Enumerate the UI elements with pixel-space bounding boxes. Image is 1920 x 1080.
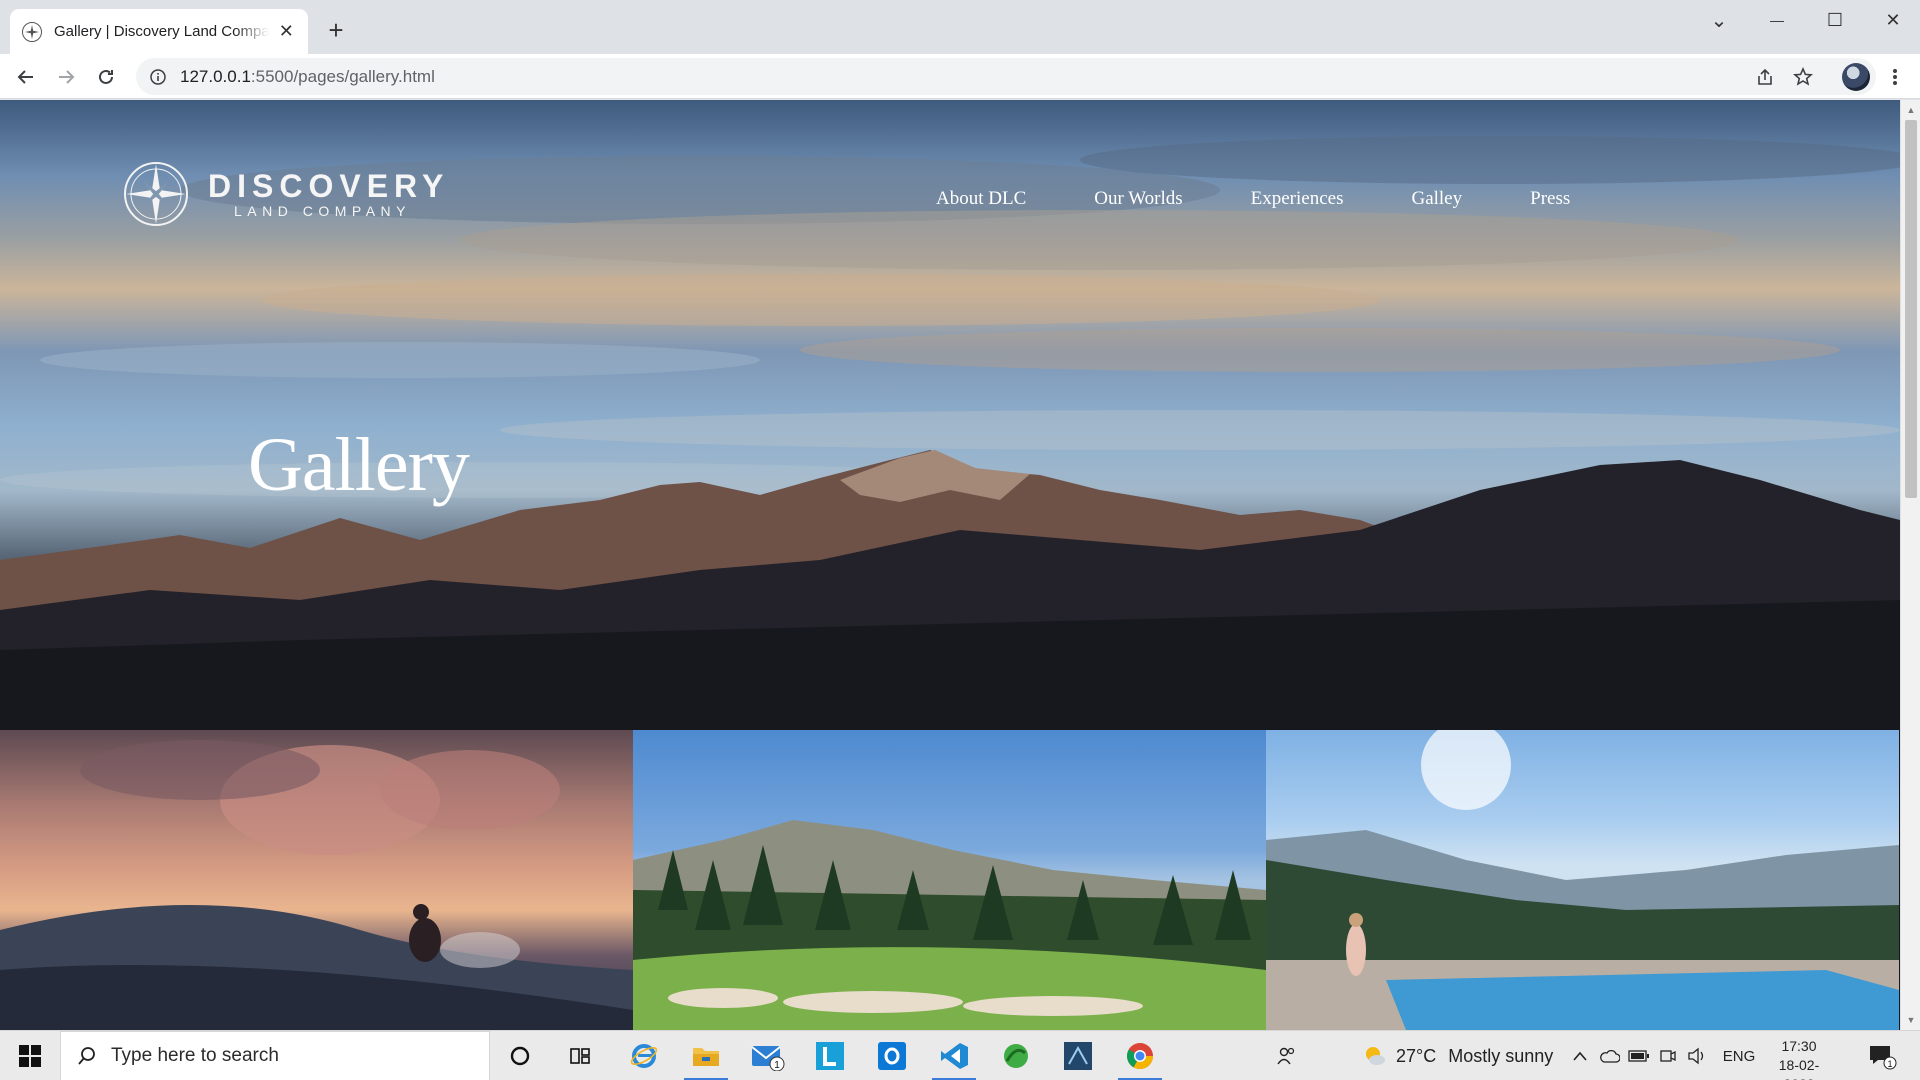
search-placeholder: Type here to search xyxy=(111,1045,279,1066)
menu-kebab-icon[interactable] xyxy=(1880,62,1910,92)
outlook-icon[interactable] xyxy=(864,1031,920,1080)
bookmark-button[interactable] xyxy=(1788,62,1818,92)
reload-icon xyxy=(99,69,113,84)
task-view-icon[interactable] xyxy=(552,1031,608,1080)
nav-press[interactable]: Press xyxy=(1530,188,1570,210)
tab-title: Gallery | Discovery Land Company xyxy=(54,23,269,40)
tab-search-button[interactable]: ⌄ xyxy=(1696,6,1742,34)
page-scrollbar[interactable]: ▲ ▼ xyxy=(1900,100,1920,1030)
surfer-wave-graphic xyxy=(0,740,633,1030)
browser-tab-strip: Gallery | Discovery Land Company ✕ + ⌄ —… xyxy=(0,0,1920,54)
close-window-button[interactable]: ✕ xyxy=(1870,6,1916,34)
star-icon xyxy=(1793,67,1813,86)
info-icon[interactable] xyxy=(150,68,166,85)
arrow-right-icon xyxy=(59,70,75,84)
clock-date: 18-02-2022 xyxy=(1778,1057,1820,1080)
search-icon xyxy=(78,1047,95,1065)
mail-icon[interactable]: 1 xyxy=(740,1031,796,1080)
onedrive-cloud-icon[interactable] xyxy=(1599,1045,1621,1067)
gallery-image-surf[interactable] xyxy=(0,730,633,1030)
nav-our-worlds[interactable]: Our Worlds xyxy=(1094,188,1182,210)
golf-course-graphic xyxy=(633,820,1266,1030)
discovery-logo[interactable]: DISCOVERY LAND COMPANY xyxy=(122,160,449,228)
nav-about-dlc[interactable]: About DLC xyxy=(936,188,1026,210)
maximize-button[interactable]: ☐ xyxy=(1812,6,1858,34)
scroll-down-icon[interactable]: ▼ xyxy=(1901,1012,1920,1028)
arrow-left-icon xyxy=(17,70,33,84)
logo-subtitle: LAND COMPANY xyxy=(234,203,411,219)
system-clock[interactable]: 17:30 18-02-2022 xyxy=(1764,1037,1834,1080)
gallery-image-golf[interactable] xyxy=(633,730,1266,1030)
partly-sunny-icon xyxy=(1366,1047,1385,1065)
logo-name: DISCOVERY xyxy=(208,168,450,204)
chrome-icon[interactable] xyxy=(1112,1031,1168,1080)
cortana-icon[interactable] xyxy=(492,1031,548,1080)
volume-icon[interactable] xyxy=(1686,1045,1708,1067)
gallery-image-pool[interactable] xyxy=(1266,730,1899,1030)
svg-text:1: 1 xyxy=(1887,1059,1892,1069)
profile-avatar[interactable] xyxy=(1842,63,1870,91)
clock-time: 17:30 xyxy=(1781,1038,1817,1054)
green-app-icon[interactable] xyxy=(988,1031,1044,1080)
taskbar-search[interactable]: Type here to search xyxy=(60,1031,490,1080)
code-app-icon[interactable] xyxy=(1050,1031,1106,1080)
file-explorer-icon[interactable] xyxy=(678,1031,734,1080)
weather-temperature: 27°C xyxy=(1396,1045,1437,1066)
weather-widget[interactable]: 27°C Mostly sunny xyxy=(1362,1031,1553,1080)
page-viewport: DISCOVERY LAND COMPANY About DLC Our Wor… xyxy=(0,100,1920,1030)
windows-taskbar: Type here to search 1 27°C Mostly sunny xyxy=(0,1030,1920,1080)
scroll-thumb[interactable] xyxy=(1905,120,1917,498)
browser-toolbar: 127.0.0.1:5500/pages/gallery.html xyxy=(0,54,1920,99)
reload-button[interactable] xyxy=(91,62,121,92)
chevron-up-icon[interactable] xyxy=(1569,1045,1591,1067)
compass-favicon-icon xyxy=(22,21,42,42)
back-button[interactable] xyxy=(11,62,41,92)
battery-icon[interactable] xyxy=(1628,1045,1650,1067)
scroll-up-icon[interactable]: ▲ xyxy=(1901,102,1920,118)
weather-condition: Mostly sunny xyxy=(1448,1045,1554,1066)
nav-experiences[interactable]: Experiences xyxy=(1251,188,1344,210)
people-icon[interactable] xyxy=(1275,1045,1297,1067)
mountain-pool-graphic xyxy=(1266,730,1899,1030)
compass-logo-icon xyxy=(124,162,188,226)
language-indicator[interactable]: ENG xyxy=(1722,1045,1756,1067)
share-icon xyxy=(1758,68,1772,85)
address-bar[interactable]: 127.0.0.1:5500/pages/gallery.html xyxy=(136,58,1876,95)
l-app-icon[interactable] xyxy=(802,1031,858,1080)
camera-icon[interactable] xyxy=(1657,1045,1679,1067)
main-nav: About DLC Our Worlds Experiences Galley … xyxy=(936,188,1638,210)
page-title: Gallery xyxy=(248,423,470,507)
nav-galley[interactable]: Galley xyxy=(1411,188,1462,210)
gallery-grid xyxy=(0,730,1900,1030)
windows-logo-icon xyxy=(19,1045,41,1067)
minimize-button[interactable]: — xyxy=(1754,6,1800,34)
notification-center-icon[interactable]: 1 xyxy=(1866,1045,1898,1070)
svg-text:1: 1 xyxy=(774,1060,780,1071)
start-button[interactable] xyxy=(0,1031,60,1080)
new-tab-button[interactable]: + xyxy=(322,15,350,45)
share-button[interactable] xyxy=(1750,62,1780,92)
forward-button[interactable] xyxy=(51,62,81,92)
hero-section: DISCOVERY LAND COMPANY About DLC Our Wor… xyxy=(0,100,1900,730)
browser-tab[interactable]: Gallery | Discovery Land Company ✕ xyxy=(10,9,308,54)
tab-close-icon[interactable]: ✕ xyxy=(277,21,296,42)
vscode-icon[interactable] xyxy=(926,1031,982,1080)
internet-explorer-icon[interactable] xyxy=(616,1031,672,1080)
url-text[interactable]: 127.0.0.1:5500/pages/gallery.html xyxy=(180,67,435,87)
